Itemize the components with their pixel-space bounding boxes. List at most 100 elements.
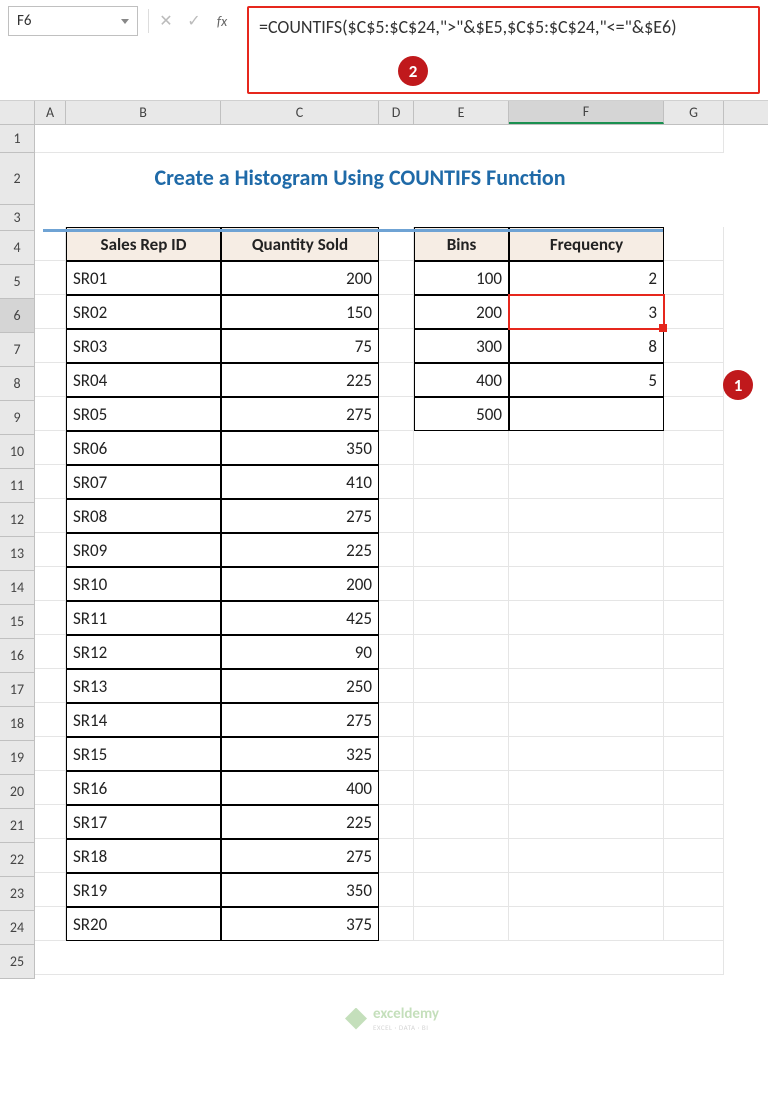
row-header[interactable]: 14 [0, 571, 35, 605]
col-header-A[interactable]: A [35, 101, 66, 124]
table1-cell-qty[interactable]: 410 [221, 465, 379, 499]
table1-cell-id[interactable]: SR06 [66, 431, 221, 465]
row-header[interactable]: 6 [0, 299, 35, 333]
table1-cell-qty[interactable]: 275 [221, 703, 379, 737]
row-header[interactable]: 23 [0, 877, 35, 911]
table2-header-freq[interactable]: Frequency [509, 227, 664, 261]
table1-cell-id[interactable]: SR20 [66, 907, 221, 941]
name-box[interactable]: F6 [8, 6, 138, 36]
table1-cell-id[interactable]: SR02 [66, 295, 221, 329]
table1-cell-id[interactable]: SR04 [66, 363, 221, 397]
spreadsheet-grid: A B C D E F G 1 2 3 4 5 6 7 8 9 10 11 12… [0, 101, 768, 979]
table1-cell-qty[interactable]: 90 [221, 635, 379, 669]
table1-cell-qty[interactable]: 200 [221, 567, 379, 601]
table1-cell-id[interactable]: SR10 [66, 567, 221, 601]
row-header[interactable]: 9 [0, 401, 35, 435]
watermark: exceldemy EXCEL · DATA · BI [345, 1005, 439, 1032]
table2-cell-freq[interactable] [509, 397, 664, 431]
row-header[interactable]: 8 [0, 367, 35, 401]
select-all-corner[interactable] [0, 101, 35, 124]
table2-cell-bin[interactable]: 300 [414, 329, 509, 363]
table1-cell-qty[interactable]: 225 [221, 363, 379, 397]
table1-cell-qty[interactable]: 350 [221, 873, 379, 907]
table2-cell-bin[interactable]: 200 [414, 295, 509, 329]
table2-cell-bin[interactable]: 500 [414, 397, 509, 431]
row-header[interactable]: 5 [0, 265, 35, 299]
table1-cell-qty[interactable]: 75 [221, 329, 379, 363]
table1-cell-id[interactable]: SR08 [66, 499, 221, 533]
table1-cell-id[interactable]: SR16 [66, 771, 221, 805]
row-header[interactable]: 13 [0, 537, 35, 571]
formula-bar: F6 ✕ ✓ fx =COUNTIFS($C$5:$C$24,">"&$E5,$… [0, 0, 768, 101]
table2-cell-bin[interactable]: 100 [414, 261, 509, 295]
table1-cell-id[interactable]: SR14 [66, 703, 221, 737]
col-header-E[interactable]: E [414, 101, 509, 124]
table1-cell-id[interactable]: SR07 [66, 465, 221, 499]
table1-cell-qty[interactable]: 250 [221, 669, 379, 703]
row-header[interactable]: 19 [0, 741, 35, 775]
table1-cell-id[interactable]: SR12 [66, 635, 221, 669]
row-header[interactable]: 17 [0, 673, 35, 707]
row-header[interactable]: 24 [0, 911, 35, 945]
table1-cell-qty[interactable]: 375 [221, 907, 379, 941]
column-headers: A B C D E F G [0, 101, 768, 125]
row-header[interactable]: 10 [0, 435, 35, 469]
table2-cell-freq[interactable]: 8 [509, 329, 664, 363]
brand-icon [345, 1008, 367, 1030]
fx-icon[interactable]: fx [209, 6, 235, 36]
row-header[interactable]: 7 [0, 333, 35, 367]
table1-cell-qty[interactable]: 200 [221, 261, 379, 295]
row-header[interactable]: 25 [0, 945, 35, 979]
table2-cell-freq[interactable]: 2 [509, 261, 664, 295]
row-header[interactable]: 16 [0, 639, 35, 673]
row-header[interactable]: 2 [0, 153, 35, 205]
row-header[interactable]: 11 [0, 469, 35, 503]
table1-header-id[interactable]: Sales Rep ID [66, 227, 221, 261]
callout-badge-1: 1 [723, 370, 753, 400]
table1-cell-qty[interactable]: 225 [221, 533, 379, 567]
callout-badge-2: 2 [398, 56, 428, 86]
row-header[interactable]: 20 [0, 775, 35, 809]
row-header[interactable]: 12 [0, 503, 35, 537]
row-headers: 1 2 3 4 5 6 7 8 9 10 11 12 13 14 15 16 1… [0, 125, 35, 979]
table1-cell-id[interactable]: SR17 [66, 805, 221, 839]
row-header[interactable]: 3 [0, 205, 35, 231]
check-icon: ✓ [181, 6, 207, 36]
table1-cell-id[interactable]: SR05 [66, 397, 221, 431]
table1-cell-qty[interactable]: 275 [221, 397, 379, 431]
table2-cell-freq[interactable]: 3 [509, 295, 664, 329]
table2-header-bins[interactable]: Bins [414, 227, 509, 261]
row-header[interactable]: 4 [0, 231, 35, 265]
table1-cell-qty[interactable]: 150 [221, 295, 379, 329]
page-title: Create a Histogram Using COUNTIFS Functi… [35, 153, 685, 201]
table1-cell-id[interactable]: SR18 [66, 839, 221, 873]
table2-cell-bin[interactable]: 400 [414, 363, 509, 397]
table1-cell-qty[interactable]: 275 [221, 499, 379, 533]
table1-cell-id[interactable]: SR11 [66, 601, 221, 635]
col-header-G[interactable]: G [664, 101, 724, 124]
col-header-C[interactable]: C [221, 101, 379, 124]
table1-cell-id[interactable]: SR09 [66, 533, 221, 567]
row-header[interactable]: 21 [0, 809, 35, 843]
table1-cell-id[interactable]: SR19 [66, 873, 221, 907]
table2-cell-freq[interactable]: 5 [509, 363, 664, 397]
table1-cell-qty[interactable]: 350 [221, 431, 379, 465]
col-header-D[interactable]: D [379, 101, 414, 124]
table1-cell-qty[interactable]: 325 [221, 737, 379, 771]
formula-input[interactable]: =COUNTIFS($C$5:$C$24,">"&$E5,$C$5:$C$24,… [247, 6, 760, 94]
col-header-B[interactable]: B [66, 101, 221, 124]
col-header-F[interactable]: F [509, 101, 664, 124]
row-header[interactable]: 15 [0, 605, 35, 639]
table1-cell-qty[interactable]: 400 [221, 771, 379, 805]
table1-cell-id[interactable]: SR03 [66, 329, 221, 363]
row-header[interactable]: 1 [0, 125, 35, 153]
table1-cell-qty[interactable]: 275 [221, 839, 379, 873]
row-header[interactable]: 18 [0, 707, 35, 741]
row-header[interactable]: 22 [0, 843, 35, 877]
table1-header-qty[interactable]: Quantity Sold [221, 227, 379, 261]
table1-cell-id[interactable]: SR15 [66, 737, 221, 771]
table1-cell-id[interactable]: SR01 [66, 261, 221, 295]
table1-cell-qty[interactable]: 425 [221, 601, 379, 635]
table1-cell-qty[interactable]: 225 [221, 805, 379, 839]
table1-cell-id[interactable]: SR13 [66, 669, 221, 703]
